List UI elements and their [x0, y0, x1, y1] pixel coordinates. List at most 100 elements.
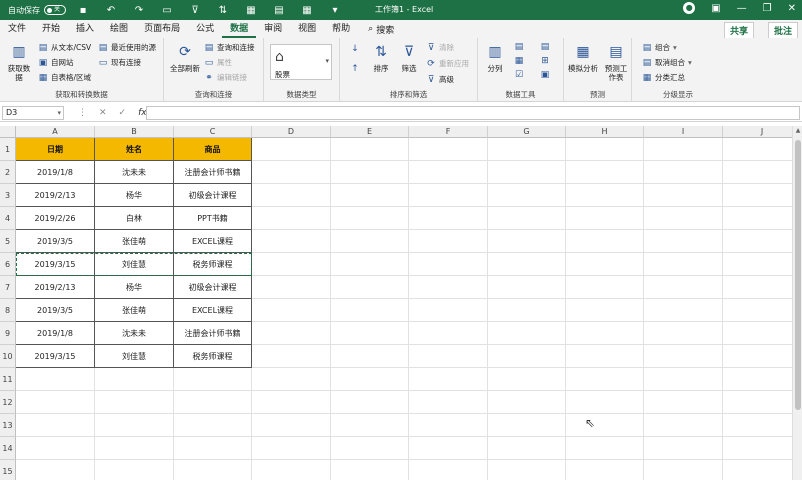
existing-connections-button[interactable]: ▭ 现有连接	[98, 57, 141, 68]
recent-sources-button[interactable]: ▤ 最近使用的源	[98, 42, 156, 53]
column-header-i[interactable]: I	[644, 126, 723, 138]
group-button[interactable]: ▤ 组合 ▾	[642, 42, 677, 53]
table-cell[interactable]: 杨华	[95, 276, 174, 299]
save-icon[interactable]: ▪	[76, 5, 90, 16]
tab-page-layout[interactable]: 页面布局	[136, 20, 188, 38]
table-cell[interactable]: 白林	[95, 207, 174, 230]
customize-qat-icon[interactable]: ▾	[328, 5, 342, 16]
table-cell[interactable]: 张佳萌	[95, 299, 174, 322]
column-header-a[interactable]: A	[16, 126, 95, 138]
chart-icon[interactable]: ▤	[272, 5, 286, 16]
row-header-10[interactable]: 10	[0, 345, 16, 368]
data-validation-button[interactable]: ☑	[514, 70, 524, 80]
table-cell[interactable]: 刘佳慧	[95, 253, 174, 276]
get-data-button[interactable]: ▥ 获取数据	[6, 42, 32, 83]
table-cell[interactable]: 2019/2/13	[16, 276, 95, 299]
text-to-columns-button[interactable]: ▥ 分列	[484, 42, 506, 74]
properties-button[interactable]: ▭ 属性	[204, 57, 232, 68]
restore-icon[interactable]: ❐	[763, 3, 772, 14]
table-cell[interactable]: 2019/2/13	[16, 184, 95, 207]
comments-button[interactable]: 批注	[767, 22, 798, 39]
table-cell[interactable]: EXCEL课程	[174, 230, 252, 253]
row-header-12[interactable]: 12	[0, 391, 16, 414]
row-header-7[interactable]: 7	[0, 276, 16, 299]
grid-icon[interactable]: ▦	[300, 5, 314, 16]
share-button[interactable]: 共享	[723, 22, 754, 39]
row-header-1[interactable]: 1	[0, 138, 16, 161]
column-header-c[interactable]: C	[174, 126, 252, 138]
row-header-4[interactable]: 4	[0, 207, 16, 230]
redo-icon[interactable]: ↷	[132, 5, 146, 16]
close-icon[interactable]: ✕	[788, 3, 796, 14]
data-type-gallery[interactable]: ⌂ 股票 ▾	[270, 44, 332, 80]
table-cell[interactable]: 2019/3/15	[16, 253, 95, 276]
select-all-corner[interactable]	[0, 126, 16, 138]
flash-fill-button[interactable]: ▤	[514, 42, 524, 52]
tab-data[interactable]: 数据	[222, 20, 257, 38]
sort-button[interactable]: ⇅ 排序	[370, 42, 392, 74]
table-cell[interactable]: EXCEL课程	[174, 299, 252, 322]
scroll-up-icon[interactable]: ▲	[793, 126, 802, 136]
autosave-toggle[interactable]: 关	[44, 5, 66, 15]
tab-home[interactable]: 开始	[34, 20, 68, 38]
relationships-button[interactable]: ⊞	[540, 56, 550, 66]
header-cell[interactable]: 姓名	[95, 138, 174, 161]
user-avatar-icon[interactable]: ●	[683, 2, 696, 14]
clear-button[interactable]: ⊽ 清除	[426, 42, 454, 53]
column-header-g[interactable]: G	[488, 126, 566, 138]
table-cell[interactable]: 张佳萌	[95, 230, 174, 253]
table-cell[interactable]: 税务师课程	[174, 345, 252, 368]
filter-button[interactable]: ⊽ 筛选	[398, 42, 420, 74]
column-header-d[interactable]: D	[252, 126, 331, 138]
edit-links-button[interactable]: ⚭ 编辑链接	[204, 72, 247, 83]
table-cell[interactable]: 杨华	[95, 184, 174, 207]
minimize-icon[interactable]: —	[737, 3, 747, 14]
table-cell[interactable]: 注册会计师书籍	[174, 322, 252, 345]
table-cell[interactable]: 刘佳慧	[95, 345, 174, 368]
tab-draw[interactable]: 绘图	[102, 20, 136, 38]
tab-view[interactable]: 视图	[290, 20, 324, 38]
table-cell[interactable]: 2019/1/8	[16, 161, 95, 184]
reapply-button[interactable]: ⟳ 重新应用	[426, 58, 469, 69]
header-cell[interactable]: 商品	[174, 138, 252, 161]
autosave[interactable]: 自动保存 关	[8, 5, 66, 16]
queries-connections-button[interactable]: ▤ 查询和连接	[204, 42, 255, 53]
column-header-e[interactable]: E	[331, 126, 409, 138]
enter-icon[interactable]: ✓	[119, 108, 127, 118]
table-cell[interactable]: 沈未未	[95, 322, 174, 345]
worksheet-grid[interactable]: A B C D E F G H I J 1 2 3 4 5 6 7 8 9 10 11 12 13 14 15 日期 姓名 商品 201…	[0, 126, 792, 480]
ribbon-display-icon[interactable]: ▣	[711, 3, 720, 14]
sort-asc-button[interactable]: ↓	[350, 44, 360, 54]
filter-icon[interactable]: ⊽	[188, 5, 202, 16]
subtotal-button[interactable]: ▦ 分类汇总	[642, 72, 685, 83]
tab-formulas[interactable]: 公式	[188, 20, 222, 38]
table-cell[interactable]: 2019/3/15	[16, 345, 95, 368]
from-web-button[interactable]: ▣ 自网站	[38, 57, 74, 68]
table-cell[interactable]: 初级会计课程	[174, 184, 252, 207]
consolidate-button[interactable]: ▤	[540, 42, 550, 52]
manage-data-model-button[interactable]: ▣	[540, 70, 550, 80]
tab-file[interactable]: 文件	[0, 20, 34, 38]
from-text-button[interactable]: ▤ 从文本/CSV	[38, 42, 91, 53]
column-header-j[interactable]: J	[723, 126, 792, 138]
sort-icon[interactable]: ⇅	[216, 5, 230, 16]
row-header-6[interactable]: 6	[0, 253, 16, 276]
from-table-button[interactable]: ▦ 自表格/区域	[38, 72, 91, 83]
tab-review[interactable]: 审阅	[256, 20, 290, 38]
ungroup-button[interactable]: ▤ 取消组合 ▾	[642, 57, 692, 68]
table-cell[interactable]: 初级会计课程	[174, 276, 252, 299]
formula-input[interactable]	[146, 106, 800, 120]
row-header-5[interactable]: 5	[0, 230, 16, 253]
tab-insert[interactable]: 插入	[68, 20, 102, 38]
row-header-13[interactable]: 13	[0, 414, 16, 437]
table-cell[interactable]: PPT书籍	[174, 207, 252, 230]
name-box[interactable]: D3	[2, 105, 64, 120]
remove-duplicates-button[interactable]: ▦	[514, 56, 524, 66]
row-header-8[interactable]: 8	[0, 299, 16, 322]
table-cell[interactable]: 2019/1/8	[16, 322, 95, 345]
vertical-scrollbar[interactable]: ▲	[792, 126, 802, 480]
tab-help[interactable]: 帮助	[324, 20, 358, 38]
table-cell[interactable]: 2019/3/5	[16, 230, 95, 253]
refresh-all-button[interactable]: ⟳ 全部刷新	[170, 42, 200, 74]
forecast-sheet-button[interactable]: ▤ 预测工作表	[602, 42, 630, 83]
